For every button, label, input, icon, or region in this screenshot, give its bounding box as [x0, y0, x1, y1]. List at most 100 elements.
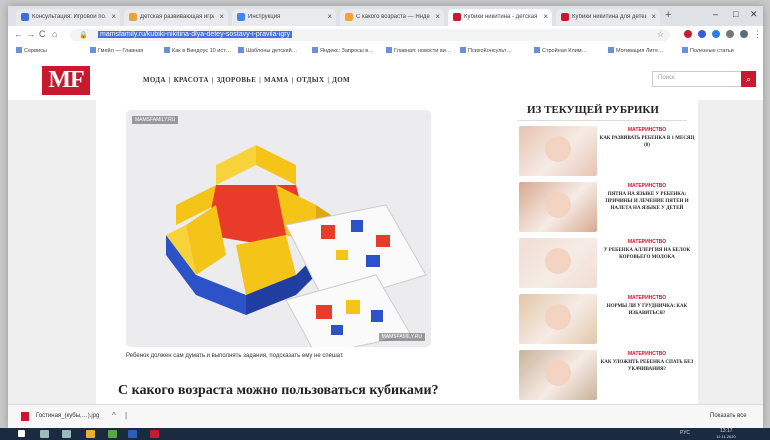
extension-icon[interactable] [684, 30, 692, 38]
close-tab-icon[interactable]: × [435, 12, 440, 21]
bookmark-item[interactable]: Мотивация Лите… [608, 47, 664, 54]
extension-icon[interactable] [726, 30, 734, 38]
article-thumbnail[interactable] [519, 294, 597, 344]
bookmark-item[interactable]: Яндекс: Запросы в… [312, 47, 374, 54]
bookmark-label: Сервисы [24, 48, 47, 54]
home-button[interactable]: ⌂ [52, 29, 57, 39]
bookmark-item[interactable]: Как в Виндоус 10 ист… [164, 47, 231, 54]
browser-tab[interactable]: Инструкция × [232, 9, 336, 26]
new-tab-button[interactable]: + [665, 9, 671, 21]
tab-title: Детская развивающая игра… [140, 14, 214, 20]
bookmark-icon [90, 47, 96, 53]
forward-button[interactable]: → [26, 29, 35, 39]
address-bar[interactable]: 🔒 mamsfamily.ru/kubiki-nikitina-dlya-det… [70, 29, 670, 41]
bookmark-label: Гмейл — Главная [98, 48, 144, 54]
search-icon[interactable] [40, 430, 49, 438]
minimize-icon[interactable]: – [713, 9, 718, 19]
article-title[interactable]: КАК РАЗВИВАТЬ РЕБЕНКА В 1 МЕСЯЦ (0) [599, 135, 695, 149]
bookmark-item[interactable]: Стройная Клим… [534, 47, 587, 54]
article-thumbnail[interactable] [519, 238, 597, 288]
maximize-icon[interactable]: □ [733, 9, 738, 19]
article-category[interactable]: МАТЕРИНСТВО [599, 183, 695, 189]
right-margin [698, 100, 763, 404]
nav-link[interactable]: ДОМ [332, 76, 350, 84]
article-thumbnail[interactable] [519, 126, 597, 176]
article-category[interactable]: МАТЕРИНСТВО [599, 239, 695, 245]
bookmark-icon [238, 47, 244, 53]
bookmark-icon [460, 47, 466, 53]
close-window-icon[interactable]: ✕ [750, 9, 758, 20]
bookmark-item[interactable]: Главная: новости ви… [386, 47, 451, 54]
nav-link[interactable]: КРАСОТА [174, 76, 209, 84]
task-view-icon[interactable] [62, 430, 71, 438]
article-title[interactable]: НОРМЫ ЛИ У ГРУДНИЧКА: КАК ИЗБАВИТЬСЯ? [599, 303, 695, 317]
divider [517, 120, 687, 121]
nav-link[interactable]: МОДА [143, 76, 166, 84]
star-icon[interactable]: ☆ [657, 30, 664, 39]
url-text[interactable]: mamsfamily.ru/kubiki-nikitina-dlya-detey… [98, 31, 293, 38]
sidebar-article[interactable]: МАТЕРИНСТВО КАК РАЗВИВАТЬ РЕБЕНКА В 1 МЕС… [519, 126, 695, 178]
bookmark-item[interactable]: Гмейл — Главная [90, 47, 143, 54]
close-tab-icon[interactable]: × [219, 12, 224, 21]
close-tab-icon[interactable]: × [111, 12, 116, 21]
close-tab-icon[interactable]: × [651, 12, 656, 21]
download-filename[interactable]: Гостиная_(кубы,…).jpg [36, 413, 99, 419]
download-close-icon[interactable]: | [125, 411, 127, 420]
browser-tab[interactable]: Кубики никитина для детей… × [556, 9, 660, 26]
sidebar-article[interactable]: МАТЕРИНСТВО У РЕБЕНКА АЛЛЕРГИЯ НА БЕЛОК К… [519, 238, 695, 290]
article-title[interactable]: КАК УЛОЖИТЬ РЕБЕНКА СПАТЬ БЕЗ УКАЧИВАНИЯ… [599, 359, 695, 373]
bookmark-label: Полезные статьи [690, 48, 734, 54]
nav-link[interactable]: ЗДОРОВЬЕ [217, 76, 257, 84]
bookmark-item[interactable]: ПсихоКонсульт… [460, 47, 512, 54]
back-button[interactable]: ← [14, 29, 23, 39]
close-tab-icon[interactable]: × [543, 12, 548, 21]
nav-link[interactable]: ОТДЫХ [296, 76, 324, 84]
search-button[interactable]: ⌕ [741, 71, 756, 87]
extension-icon[interactable] [698, 30, 706, 38]
file-icon [21, 412, 29, 421]
site-logo[interactable]: MF [42, 66, 90, 95]
word-icon[interactable] [128, 430, 137, 438]
nav-link[interactable]: МАМА [264, 76, 289, 84]
sidebar-title: ИЗ ТЕКУЩЕЙ РУБРИКИ [527, 104, 659, 116]
search-input[interactable]: Поиск [652, 71, 742, 87]
show-all-downloads[interactable]: Показать все [710, 413, 747, 419]
chevron-up-icon[interactable]: ^ [112, 411, 116, 420]
bookmark-label: Яндекс: Запросы в… [320, 48, 374, 54]
browser-tab[interactable]: С какого возраста — Яндекс × [340, 9, 444, 26]
extension-icon[interactable] [712, 30, 720, 38]
bookmark-item[interactable]: Шаблоны детский… [238, 47, 297, 54]
sidebar-article[interactable]: МАТЕРИНСТВО НОРМЫ ЛИ У ГРУДНИЧКА: КАК ИЗБ… [519, 294, 695, 346]
article-category[interactable]: МАТЕРИНСТВО [599, 127, 695, 133]
article-thumbnail[interactable] [519, 350, 597, 400]
bookmark-icon [16, 47, 22, 53]
app-icon[interactable] [150, 430, 159, 438]
clock-date[interactable]: 12.11.2020 [716, 434, 736, 439]
sidebar-article[interactable]: МАТЕРИНСТВО ПЯТНА НА ЯЗЫКЕ У РЕБЕНКА: ПРИ… [519, 182, 695, 234]
article-category[interactable]: МАТЕРИНСТВО [599, 351, 695, 357]
chrome-icon[interactable] [108, 430, 117, 438]
bookmark-item[interactable]: Полезные статьи [682, 47, 734, 54]
web-page: MF МОДА | КРАСОТА | ЗДОРОВЬЕ | МАМА | ОТДЫХ | ДОМ … [8, 57, 763, 404]
bookmark-icon [312, 47, 318, 53]
reload-button[interactable]: C [39, 29, 46, 39]
bookmark-item[interactable]: Сервисы [16, 47, 47, 54]
watermark: MAMSFAMILY.RU [378, 333, 425, 341]
sidebar-article[interactable]: МАТЕРИНСТВО КАК УЛОЖИТЬ РЕБЕНКА СПАТЬ БЕЗ… [519, 350, 695, 402]
nav-separator: | [327, 76, 330, 84]
article-title[interactable]: ПЯТНА НА ЯЗЫКЕ У РЕБЕНКА: ПРИЧИНЫ И ЛЕЧЕ… [599, 191, 695, 212]
profile-avatar[interactable] [740, 30, 748, 38]
browser-tab[interactable]: Консультация: Игровой по… × [16, 9, 120, 26]
article-title[interactable]: У РЕБЕНКА АЛЛЕРГИЯ НА БЕЛОК КОРОВЬЕГО МО… [599, 247, 695, 261]
menu-icon[interactable]: ⋮ [753, 29, 762, 40]
close-tab-icon[interactable]: × [327, 12, 332, 21]
article-category[interactable]: МАТЕРИНСТВО [599, 295, 695, 301]
favicon-icon [561, 13, 569, 21]
article-thumbnail[interactable] [519, 182, 597, 232]
browser-tab[interactable]: Детская развивающая игра… × [124, 9, 228, 26]
start-icon[interactable] [18, 430, 25, 437]
browser-tab[interactable]: Кубики никитина - детская… × [448, 9, 552, 26]
folder-icon[interactable] [86, 430, 95, 438]
bookmark-icon [164, 47, 170, 53]
keyboard-language[interactable]: РУС [680, 430, 690, 436]
